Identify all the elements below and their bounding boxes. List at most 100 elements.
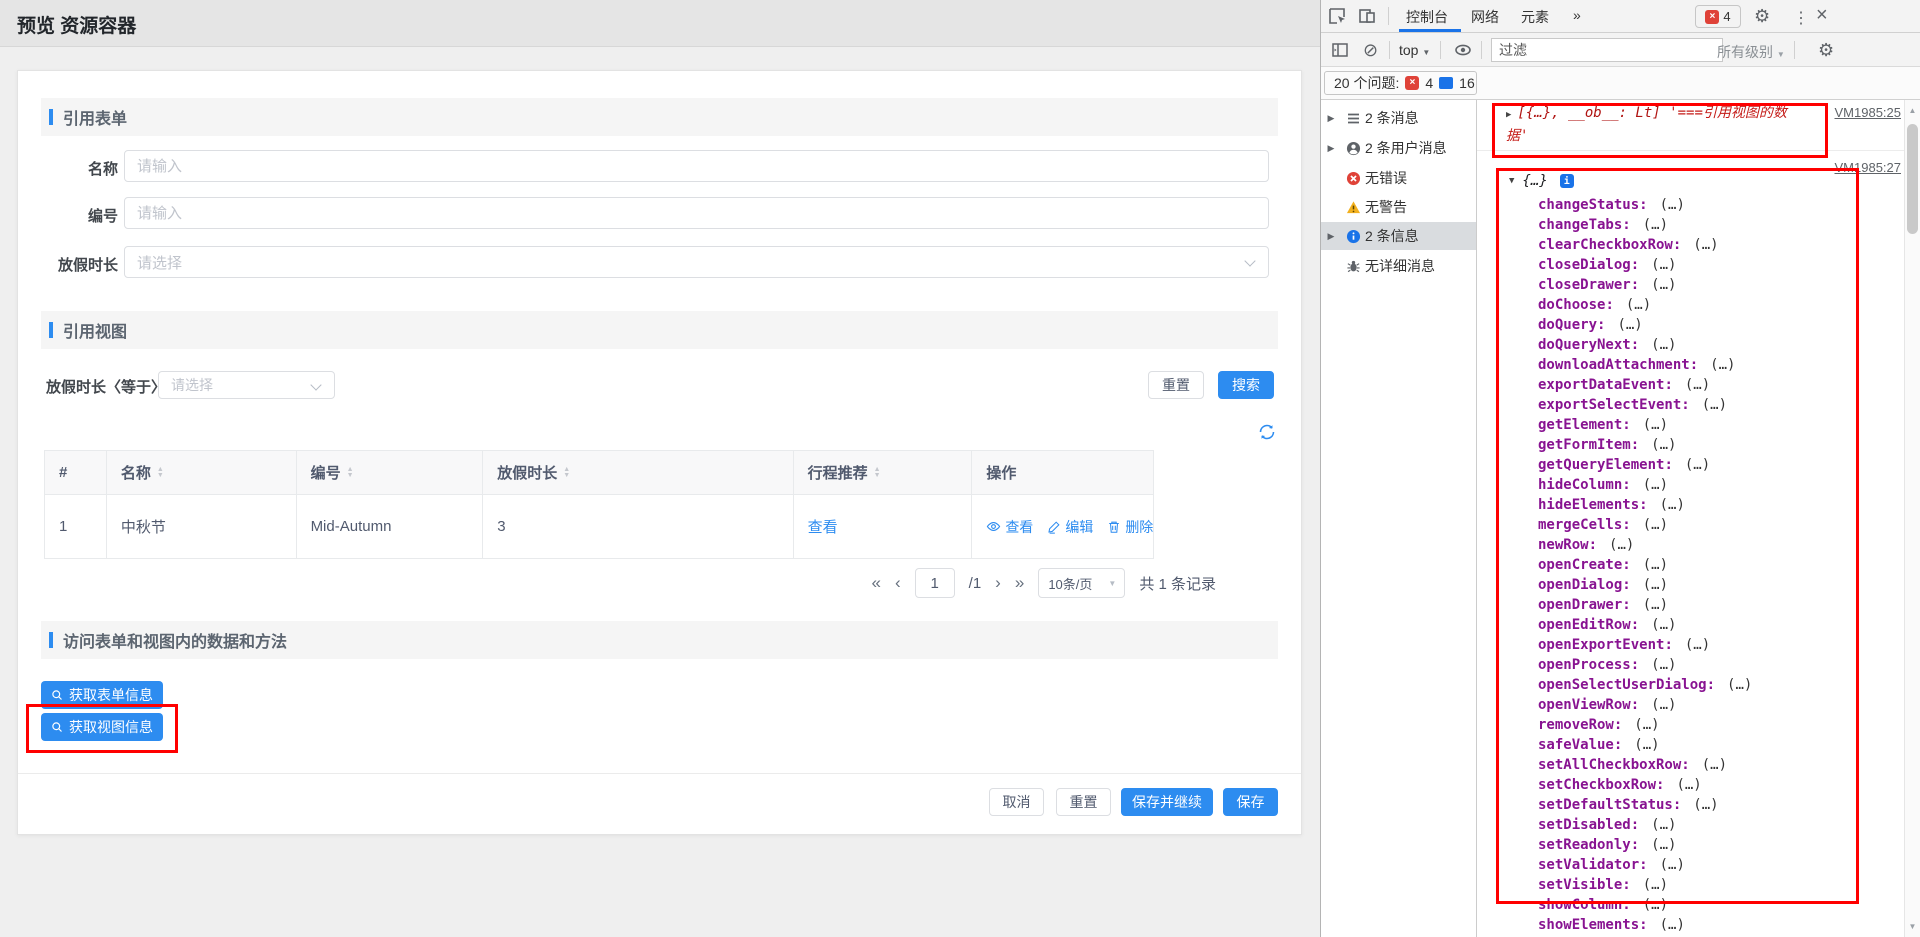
property-value[interactable]: (…) bbox=[1651, 837, 1676, 853]
console-property[interactable]: setCheckboxRow (…) bbox=[1477, 775, 1904, 795]
console-property[interactable]: openProcess (…) bbox=[1477, 655, 1904, 675]
console-property[interactable]: doQuery (…) bbox=[1477, 315, 1904, 335]
sort-icon[interactable]: ▲▼ bbox=[563, 467, 570, 479]
property-value[interactable]: (…) bbox=[1676, 777, 1701, 793]
property-value[interactable]: (…) bbox=[1685, 377, 1710, 393]
property-value[interactable]: (…) bbox=[1643, 577, 1668, 593]
property-value[interactable]: (…) bbox=[1685, 637, 1710, 653]
property-value[interactable]: (…) bbox=[1702, 757, 1727, 773]
property-value[interactable]: (…) bbox=[1651, 437, 1676, 453]
query-duration-select[interactable]: 请选择 bbox=[158, 371, 335, 399]
device-toolbar-icon[interactable] bbox=[1357, 6, 1377, 26]
property-value[interactable]: (…) bbox=[1634, 717, 1659, 733]
property-value[interactable]: (…) bbox=[1643, 417, 1668, 433]
console-property[interactable]: openSelectUserDialog (…) bbox=[1477, 675, 1904, 695]
console-property[interactable]: openDialog (…) bbox=[1477, 575, 1904, 595]
console-property[interactable]: changeTabs (…) bbox=[1477, 215, 1904, 235]
clear-console-icon[interactable]: ⊘ bbox=[1363, 41, 1378, 59]
reset-button[interactable]: 重置 bbox=[1056, 788, 1111, 816]
code-input[interactable] bbox=[124, 197, 1269, 229]
scrollbar-thumb[interactable] bbox=[1907, 124, 1918, 234]
tab-console[interactable]: 控制台 bbox=[1406, 7, 1448, 27]
console-property[interactable]: openDrawer (…) bbox=[1477, 595, 1904, 615]
console-filter-input[interactable] bbox=[1491, 38, 1723, 62]
row-delete-action[interactable]: 删除 bbox=[1107, 517, 1153, 537]
console-property[interactable]: openCreate (…) bbox=[1477, 555, 1904, 575]
console-property[interactable]: getElement (…) bbox=[1477, 415, 1904, 435]
console-property[interactable]: getQueryElement (…) bbox=[1477, 455, 1904, 475]
property-value[interactable]: (…) bbox=[1634, 737, 1659, 753]
console-property[interactable]: changeStatus (…) bbox=[1477, 195, 1904, 215]
last-page-button[interactable]: » bbox=[1015, 568, 1024, 598]
property-value[interactable]: (…) bbox=[1643, 517, 1668, 533]
property-value[interactable]: (…) bbox=[1651, 277, 1676, 293]
sidebar-toggle-icon[interactable] bbox=[1331, 41, 1349, 59]
console-property[interactable]: exportDataEvent (…) bbox=[1477, 375, 1904, 395]
prev-page-button[interactable]: ‹ bbox=[895, 568, 901, 598]
sidebar-item-messages[interactable]: ▶ 2 条消息 bbox=[1321, 104, 1476, 132]
name-input[interactable] bbox=[124, 150, 1269, 182]
col-header-trip[interactable]: 行程推荐 ▲▼ bbox=[794, 451, 973, 494]
source-link[interactable]: VM1985:25 bbox=[1835, 105, 1902, 120]
tab-network[interactable]: 网络 bbox=[1471, 7, 1499, 27]
current-page-box[interactable]: 1 bbox=[915, 568, 955, 598]
live-expression-eye-icon[interactable] bbox=[1454, 42, 1472, 58]
next-page-button[interactable]: › bbox=[995, 568, 1001, 598]
console-property[interactable]: hideColumn (…) bbox=[1477, 475, 1904, 495]
console-property[interactable]: setValidator (…) bbox=[1477, 855, 1904, 875]
console-property[interactable]: getFormItem (…) bbox=[1477, 435, 1904, 455]
console-scrollbar[interactable]: ▲ ▼ bbox=[1904, 100, 1920, 937]
console-property[interactable]: removeRow (…) bbox=[1477, 715, 1904, 735]
property-value[interactable]: (…) bbox=[1643, 597, 1668, 613]
property-value[interactable]: (…) bbox=[1651, 337, 1676, 353]
first-page-button[interactable]: « bbox=[872, 568, 881, 598]
property-value[interactable]: (…) bbox=[1651, 617, 1676, 633]
console-property[interactable]: openEditRow (…) bbox=[1477, 615, 1904, 635]
console-settings-gear-icon[interactable]: ⚙ bbox=[1818, 41, 1834, 59]
col-header-duration[interactable]: 放假时长 ▲▼ bbox=[483, 451, 793, 494]
col-header-name[interactable]: 名称 ▲▼ bbox=[107, 451, 297, 494]
close-icon[interactable]: × bbox=[1816, 4, 1828, 27]
property-value[interactable]: (…) bbox=[1660, 857, 1685, 873]
console-property[interactable]: hideElements (…) bbox=[1477, 495, 1904, 515]
console-property[interactable]: setDisabled (…) bbox=[1477, 815, 1904, 835]
col-header-code[interactable]: 编号 ▲▼ bbox=[297, 451, 484, 494]
property-value[interactable]: (…) bbox=[1660, 917, 1685, 933]
source-link[interactable]: VM1985:27 bbox=[1835, 160, 1902, 175]
property-value[interactable]: (…) bbox=[1609, 537, 1634, 553]
sidebar-item-no-warnings[interactable]: 无警告 bbox=[1321, 193, 1476, 221]
sidebar-item-user-messages[interactable]: ▶ 2 条用户消息 bbox=[1321, 134, 1476, 162]
gear-icon[interactable]: ⚙ bbox=[1754, 7, 1770, 25]
kebab-menu-icon[interactable]: ⋮ bbox=[1793, 8, 1809, 28]
property-value[interactable]: (…) bbox=[1643, 477, 1668, 493]
context-selector[interactable]: top ▼ bbox=[1399, 42, 1430, 58]
error-count-badge[interactable]: × 4 bbox=[1695, 5, 1741, 28]
console-property[interactable]: showColumn (…) bbox=[1477, 895, 1904, 915]
duration-select[interactable]: 请选择 bbox=[124, 246, 1269, 278]
console-property[interactable]: clearCheckboxRow (…) bbox=[1477, 235, 1904, 255]
sort-icon[interactable]: ▲▼ bbox=[874, 467, 881, 479]
more-tabs-icon[interactable]: » bbox=[1573, 7, 1581, 23]
row-view-action[interactable]: 查看 bbox=[986, 517, 1033, 537]
console-property[interactable]: mergeCells (…) bbox=[1477, 515, 1904, 535]
issues-counter[interactable]: 20 个问题: × 4 16 bbox=[1324, 71, 1477, 95]
console-property[interactable]: closeDialog (…) bbox=[1477, 255, 1904, 275]
property-value[interactable]: (…) bbox=[1651, 697, 1676, 713]
property-value[interactable]: (…) bbox=[1702, 397, 1727, 413]
scroll-down-icon[interactable]: ▼ bbox=[1905, 922, 1920, 931]
sidebar-item-no-errors[interactable]: 无错误 bbox=[1321, 164, 1476, 192]
property-value[interactable]: (…) bbox=[1660, 497, 1685, 513]
trip-view-link[interactable]: 查看 bbox=[808, 516, 838, 537]
save-button[interactable]: 保存 bbox=[1223, 788, 1278, 816]
inspect-element-icon[interactable] bbox=[1327, 6, 1347, 26]
page-size-select[interactable]: 10条/页 ▼ bbox=[1038, 568, 1125, 598]
property-value[interactable]: (…) bbox=[1710, 357, 1735, 373]
get-form-info-button[interactable]: 获取表单信息 bbox=[41, 681, 163, 709]
property-value[interactable]: (…) bbox=[1643, 897, 1668, 913]
console-property[interactable]: setVisible (…) bbox=[1477, 875, 1904, 895]
console-property[interactable]: openViewRow (…) bbox=[1477, 695, 1904, 715]
expand-triangle-icon[interactable]: ▶ bbox=[1506, 110, 1511, 120]
disclosure-triangle-icon[interactable]: ▶ bbox=[1321, 143, 1341, 154]
console-property[interactable]: openExportEvent (…) bbox=[1477, 635, 1904, 655]
tab-elements[interactable]: 元素 bbox=[1521, 7, 1549, 27]
